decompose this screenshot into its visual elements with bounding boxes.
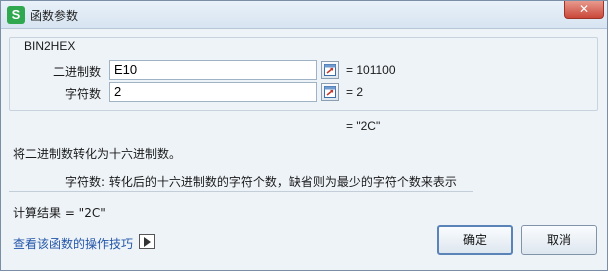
collapse-dialog-button[interactable]: [321, 83, 339, 101]
function-arguments-dialog: S 函数参数 ✕ BIN2HEX 二进制数 E10 = 101100 字符数 2…: [0, 0, 608, 271]
range-select-icon: [324, 86, 336, 98]
close-button[interactable]: ✕: [564, 1, 604, 19]
param-label-places: 字符数: [64, 87, 101, 101]
title-bar[interactable]: S 函数参数 ✕: [1, 1, 607, 29]
function-description: 将二进制数转化为十六进制数。: [13, 147, 182, 161]
param-input-binary[interactable]: E10: [109, 60, 317, 80]
param-evaluated-binary: = 101100: [346, 63, 396, 77]
calculation-result: 计算结果 = "2C": [13, 206, 106, 220]
param-label-binary: 二进制数: [52, 65, 101, 79]
dialog-title: 函数参数: [30, 9, 79, 23]
param-evaluated-places: = 2: [346, 85, 364, 99]
divider: [9, 191, 473, 192]
param-input-places[interactable]: 2: [109, 82, 317, 102]
param-help-text: 字符数: 转化后的十六进制数的字符个数，缺省则为最少的字符个数来表示: [65, 175, 457, 189]
result-preview: = "2C": [346, 119, 381, 133]
range-select-icon: [324, 64, 336, 76]
function-tips-link[interactable]: 查看该函数的操作技巧: [13, 235, 133, 252]
collapse-dialog-button[interactable]: [321, 61, 339, 79]
app-logo-icon: S: [7, 6, 25, 24]
cancel-button[interactable]: 取消: [521, 225, 597, 255]
function-name: BIN2HEX: [24, 39, 76, 53]
ok-button[interactable]: 确定: [437, 225, 513, 255]
play-video-icon[interactable]: [139, 234, 155, 249]
close-icon: ✕: [578, 2, 590, 16]
